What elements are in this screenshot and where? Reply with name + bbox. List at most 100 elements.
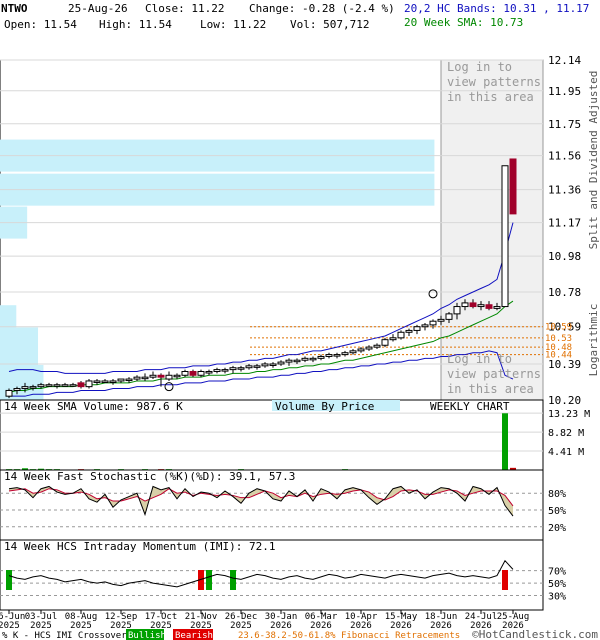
candle-body xyxy=(293,359,301,363)
candle-body xyxy=(53,384,61,387)
candle-body xyxy=(501,165,509,308)
candle-body xyxy=(205,370,213,374)
volume-title: 14 Week SMA Volume: 987.6 K xyxy=(4,400,183,413)
ticker-symbol: NTWO xyxy=(1,2,28,15)
fibonacci-label: 10.44 xyxy=(545,351,572,361)
candle-body xyxy=(5,389,13,397)
price-tick-label: 11.75 xyxy=(548,118,581,131)
candle-body xyxy=(341,352,349,356)
price-tick-label: 10.98 xyxy=(548,250,581,263)
weekly-chart-label: WEEKLY CHART xyxy=(430,400,510,413)
x-tick-year: 2025 xyxy=(230,621,252,631)
candle-body xyxy=(309,357,317,361)
x-tick-year: 2026 xyxy=(270,621,292,631)
candle-body xyxy=(301,357,309,361)
candle-body xyxy=(149,374,157,378)
candle-body xyxy=(213,369,221,372)
candle-body xyxy=(117,378,125,382)
candle-body xyxy=(413,326,421,331)
candle-body xyxy=(93,380,101,383)
candle-body xyxy=(405,329,413,333)
candle-body xyxy=(365,346,373,350)
candle-body xyxy=(437,318,445,322)
candle-body xyxy=(173,374,181,378)
candlestick xyxy=(397,330,405,340)
volume-by-price-label: Volume By Price xyxy=(275,400,374,413)
candle-body xyxy=(221,369,229,372)
x-tick-year: 2025 xyxy=(70,621,92,631)
header-low: Low: 11.22 xyxy=(200,18,266,31)
price-tick-label: 10.20 xyxy=(548,394,581,407)
stochastic-tick-label: 80% xyxy=(548,489,566,500)
stochastic-tick-label: 50% xyxy=(548,506,566,517)
price-tick-label: 11.56 xyxy=(548,150,581,163)
candle-body xyxy=(61,384,69,387)
candlestick xyxy=(381,337,389,348)
candle-body xyxy=(189,370,197,376)
x-axis: 06-Jun202503-Jul202508-Aug202512-Sep2025… xyxy=(0,610,529,631)
imi-signal-bar xyxy=(230,570,236,590)
x-tick-year: 2025 xyxy=(0,621,20,631)
imi-tick-label: 30% xyxy=(548,592,566,603)
candle-body xyxy=(333,354,341,357)
candle-body xyxy=(125,378,133,382)
locked-text-bottom: Log in to view patterns in this area xyxy=(447,352,541,396)
candle-body xyxy=(325,354,333,357)
candle-body xyxy=(101,380,109,383)
sma-label: 20 Week SMA: 10.73 xyxy=(404,16,523,29)
candlestick xyxy=(509,158,517,215)
candle-body xyxy=(421,324,429,328)
candle-body xyxy=(69,384,77,387)
candle-body xyxy=(37,384,45,388)
imi-tick-label: 50% xyxy=(548,579,566,590)
price-tick-label: 11.17 xyxy=(548,217,581,230)
header-info: NTWO 25-Aug-26 Close: 11.22 Change: -0.2… xyxy=(1,2,589,31)
candle-body xyxy=(389,337,397,341)
x-tick-year: 2026 xyxy=(310,621,332,631)
volume-panel: 14 Week SMA Volume: 987.6 K Volume By Pr… xyxy=(0,399,590,471)
candle-body xyxy=(277,361,285,365)
imi-title: 14 Week HCS Intraday Momentum (IMI): 72.… xyxy=(4,540,276,553)
volume-tick-label: 8.82 M xyxy=(548,428,584,439)
candle-body xyxy=(29,386,37,389)
candle-body xyxy=(141,376,149,380)
price-tick-label: 11.36 xyxy=(548,184,581,197)
candlestick xyxy=(85,379,93,389)
fibonacci-legend: 23.6-38.2-50-61.8% Fibonacci Retracement… xyxy=(238,631,460,640)
locked-pattern-area xyxy=(440,59,544,401)
x-tick-year: 2026 xyxy=(350,621,372,631)
imi-panel: 14 Week HCS Intraday Momentum (IMI): 72.… xyxy=(0,539,566,611)
header-volume: Vol: 507,712 xyxy=(290,18,369,31)
stochastic-tick-label: 20% xyxy=(548,523,566,534)
copyright: ©HotCandlestick.com xyxy=(472,628,598,640)
candle-body xyxy=(165,374,173,380)
stock-chart: NTWO 25-Aug-26 Close: 11.22 Change: -0.2… xyxy=(0,2,600,640)
candle-body xyxy=(453,306,461,315)
volume-tick-label: 4.41 M xyxy=(548,447,584,458)
candle-body xyxy=(245,365,253,369)
candlestick xyxy=(5,388,13,399)
price-panel: 12.14 11.95 11.75 11.56 11.36 11.17 10.98 10.78… xyxy=(0,54,600,413)
volume-tick-label: 13.23 M xyxy=(548,409,590,420)
split-adjusted-label: Split and Dividend Adjusted xyxy=(587,71,600,250)
bullish-badge: Bullish xyxy=(128,631,166,640)
header-date: 25-Aug-26 xyxy=(68,2,128,15)
candle-body xyxy=(285,359,293,363)
bands-label: 20,2 HC Bands: 10.31 , 11.17 xyxy=(404,2,589,15)
imi-signal-bar xyxy=(206,570,212,590)
candle-body xyxy=(397,331,405,339)
x-tick-year: 2025 xyxy=(30,621,52,631)
imi-signal-bar xyxy=(502,570,508,590)
candle-body xyxy=(181,370,189,376)
imi-y-axis: 70%50% 30% xyxy=(548,567,566,603)
candle-body xyxy=(509,158,517,215)
candle-body xyxy=(381,339,389,346)
imi-tick-label: 70% xyxy=(548,567,566,578)
candle-body xyxy=(109,380,117,383)
imi-signal-bar xyxy=(6,570,12,590)
candle-body xyxy=(357,348,365,352)
volume-y-axis: 13.23 M 8.82 M 4.41 M xyxy=(548,409,590,458)
candle-body xyxy=(485,304,493,309)
candle-body xyxy=(317,355,325,359)
candle-body xyxy=(445,313,453,320)
